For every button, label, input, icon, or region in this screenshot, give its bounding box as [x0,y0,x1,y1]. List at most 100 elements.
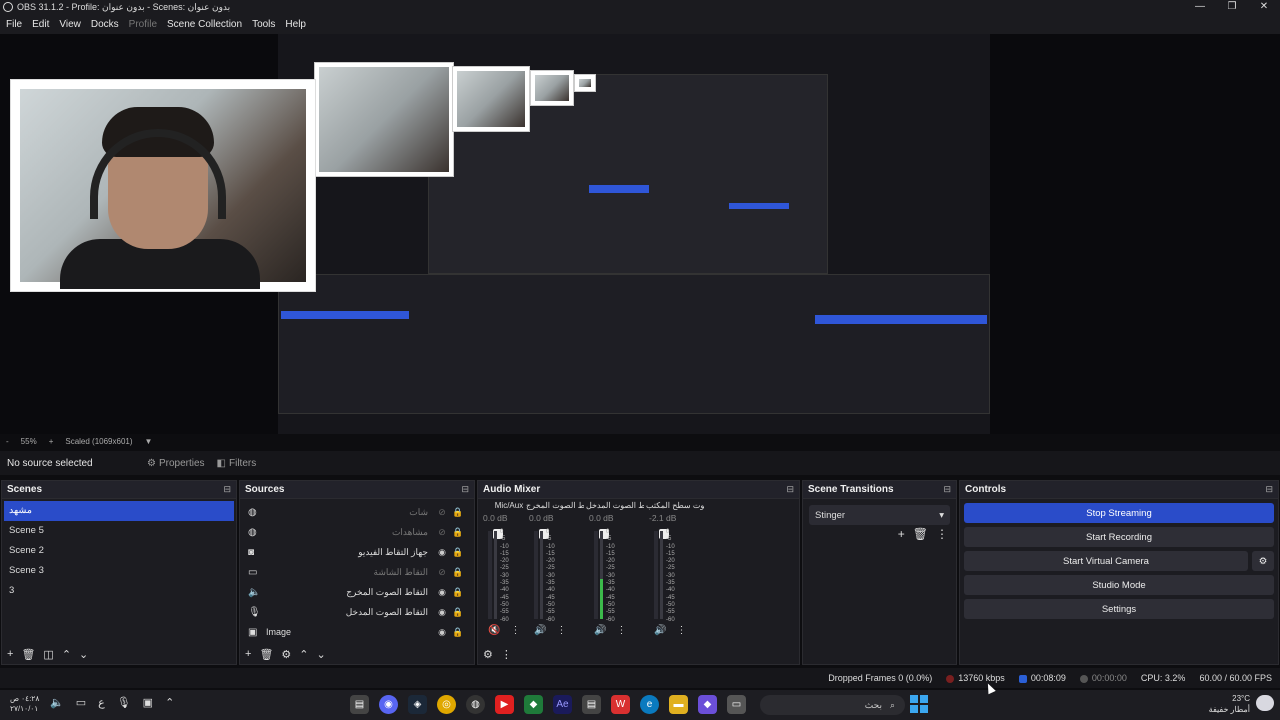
app-icon-4[interactable]: W [611,695,630,714]
remove-source-icon[interactable]: 🗑 [259,648,273,661]
lock-icon[interactable]: 🔒 [450,607,466,618]
source-row[interactable]: 🎙 التقاط الصوت المدخل ◉ 🔒 [240,602,474,622]
weather-widget[interactable]: 23°C أمطار خفيفة [1209,693,1274,715]
lock-icon[interactable]: 🔒 [450,507,466,518]
volume-icon[interactable]: 🔈 [50,696,64,709]
visibility-toggle-icon[interactable]: ◉ [434,607,450,618]
taskbar-search[interactable]: بحث ⌕ [760,695,905,715]
channel-menu-icon[interactable]: ⋮ [616,625,626,636]
scene-item[interactable]: Scene 5 [4,521,234,541]
app-icon-2[interactable]: ◆ [524,695,543,714]
youtube-icon[interactable]: ▶ [495,695,514,714]
move-up-icon[interactable]: ⌃ [299,648,308,661]
app-icon[interactable]: ▤ [350,695,369,714]
muted-speaker-icon[interactable]: 🔇 [488,625,500,636]
source-row[interactable]: 🔈 التقاط الصوت المخرج ◉ 🔒 [240,582,474,602]
zoom-out-button[interactable]: - [6,437,9,446]
lock-icon[interactable]: 🔒 [450,527,466,538]
visibility-toggle-icon[interactable]: ⊘ [434,527,450,538]
clock[interactable]: ٠٤:٢٨ ص ٢٧/١٠/٠١ [10,694,39,714]
remove-transition-icon[interactable]: 🗑 [913,527,928,541]
transition-select[interactable]: Stinger ▾ [809,505,950,525]
webcam-source[interactable] [10,79,316,292]
volume-fader[interactable] [534,529,549,619]
volume-fader[interactable] [594,529,609,619]
after-effects-icon[interactable]: Ae [553,695,572,714]
scale-dropdown-icon[interactable]: ▼ [145,437,153,446]
start-button-icon[interactable] [910,695,928,713]
visibility-toggle-icon[interactable]: ⊘ [434,507,450,518]
move-up-icon[interactable]: ⌃ [62,648,71,661]
source-row[interactable]: ◍ مشاهدات ⊘ 🔒 [240,522,474,542]
language-indicator[interactable]: ع [98,696,105,709]
transition-menu-icon[interactable]: ⋮ [936,527,948,541]
scene-filters-icon[interactable]: ◫ [43,648,53,661]
scene-item[interactable]: مشهد [4,501,234,521]
virtual-camera-settings-icon[interactable]: ⚙ [1252,551,1274,571]
mixer-settings-icon[interactable]: ⚙ [483,648,493,661]
mic-icon[interactable]: 🎙 [117,696,131,709]
visibility-toggle-icon[interactable]: ◉ [434,547,450,558]
preview-area[interactable] [0,34,1280,443]
menu-help[interactable]: Help [285,19,306,30]
steam-icon[interactable]: ◈ [408,695,427,714]
menu-scene-collection[interactable]: Scene Collection [167,19,242,30]
speaker-icon[interactable]: 🔊 [534,625,546,636]
chevron-up-icon[interactable]: ⌃ [165,696,174,709]
undock-icon[interactable]: ⊟ [943,484,951,495]
app-icon-3[interactable]: ▤ [582,695,601,714]
speaker-icon[interactable]: 🔊 [594,625,606,636]
add-scene-icon[interactable]: + [7,648,13,660]
folder-icon[interactable]: ▬ [669,695,688,714]
lock-icon[interactable]: 🔒 [450,627,466,638]
channel-menu-icon[interactable]: ⋮ [676,625,686,636]
menu-tools[interactable]: Tools [252,19,275,30]
undock-icon[interactable]: ⊟ [1265,484,1273,495]
stop-streaming-button[interactable]: Stop Streaming [964,503,1274,523]
mixer-menu-icon[interactable]: ⋮ [501,648,512,661]
start-recording-button[interactable]: Start Recording [964,527,1274,547]
tray-app-icon[interactable]: ▣ [143,696,153,709]
scene-item[interactable]: Scene 3 [4,561,234,581]
lock-icon[interactable]: 🔒 [450,567,466,578]
scene-item[interactable]: Scene 2 [4,541,234,561]
source-properties-icon[interactable]: ⚙ [281,648,291,661]
edge-icon[interactable]: e [640,695,659,714]
menu-file[interactable]: File [6,19,22,30]
undock-icon[interactable]: ⊟ [786,484,794,495]
lock-icon[interactable]: 🔒 [450,547,466,558]
source-row[interactable]: ◙ جهاز التقاط الفيديو ◉ 🔒 [240,542,474,562]
remove-scene-icon[interactable]: 🗑 [21,648,35,661]
visibility-toggle-icon[interactable]: ◉ [434,587,450,598]
undock-icon[interactable]: ⊟ [461,484,469,495]
minimize-button[interactable]: — [1184,0,1216,14]
menu-edit[interactable]: Edit [32,19,49,30]
chrome-icon[interactable]: ◎ [437,695,456,714]
volume-fader[interactable] [654,529,669,619]
display-icon[interactable]: ▭ [76,696,86,709]
source-row[interactable]: ▣ Image ◉ 🔒 [240,622,474,642]
speaker-icon[interactable]: 🔊 [654,625,666,636]
move-down-icon[interactable]: ⌄ [317,648,326,661]
undock-icon[interactable]: ⊟ [223,484,231,495]
start-virtual-camera-button[interactable]: Start Virtual Camera [964,551,1248,571]
app-icon-5[interactable]: ◆ [698,695,717,714]
properties-button[interactable]: ⚙ Properties [147,458,205,469]
obs-icon[interactable]: ◍ [466,695,485,714]
preview-canvas[interactable] [278,34,990,434]
channel-menu-icon[interactable]: ⋮ [556,625,566,636]
visibility-toggle-icon[interactable]: ⊘ [434,567,450,578]
add-source-icon[interactable]: + [245,648,251,660]
zoom-in-button[interactable]: + [49,437,54,446]
source-row[interactable]: ◍ شات ⊘ 🔒 [240,502,474,522]
move-down-icon[interactable]: ⌄ [79,648,88,661]
discord-icon[interactable]: ◉ [379,695,398,714]
filters-button[interactable]: ◧ Filters [217,458,257,469]
channel-menu-icon[interactable]: ⋮ [510,625,520,636]
visibility-toggle-icon[interactable]: ◉ [434,627,450,638]
volume-fader[interactable] [488,529,503,619]
menu-docks[interactable]: Docks [91,19,119,30]
close-button[interactable]: ✕ [1248,0,1280,14]
settings-button[interactable]: Settings [964,599,1274,619]
maximize-button[interactable]: ❐ [1216,0,1248,14]
